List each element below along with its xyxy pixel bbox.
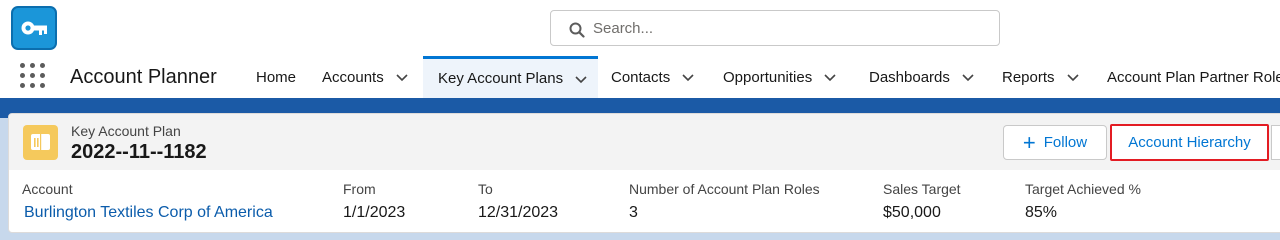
object-label: Key Account Plan: [71, 123, 181, 139]
field-value: 1/1/2023: [343, 204, 406, 221]
field-label: Sales Target: [883, 181, 961, 197]
nav-item-accounts[interactable]: Accounts: [322, 56, 409, 98]
chevron-down-icon[interactable]: [395, 70, 409, 84]
nav-item-label: Dashboards: [869, 68, 950, 86]
record-header: Key Account Plan 2022--11--1182 + Follow…: [9, 114, 1280, 170]
field-label: Target Achieved %: [1025, 181, 1141, 197]
search-icon: [569, 22, 585, 38]
chevron-down-icon[interactable]: [574, 72, 588, 86]
chevron-down-icon[interactable]: [961, 70, 975, 84]
account-hierarchy-button[interactable]: Account Hierarchy: [1110, 124, 1269, 161]
chevron-down-icon[interactable]: [823, 70, 837, 84]
record-icon: [23, 125, 58, 160]
book-icon: [31, 134, 50, 150]
follow-button-label: Follow: [1043, 134, 1088, 151]
nav-item-dashboards[interactable]: Dashboards: [869, 56, 975, 98]
field-number-of-roles: Number of Account Plan Roles 3: [629, 181, 820, 222]
chevron-down-icon[interactable]: [1066, 70, 1080, 84]
nav-item-home[interactable]: Home: [256, 56, 296, 98]
nav-item-reports[interactable]: Reports: [1002, 56, 1080, 98]
field-value: 85%: [1025, 204, 1058, 221]
nav-item-label: Key Account Plans: [438, 70, 564, 87]
global-header: [0, 0, 1280, 56]
nav-item-label: Home: [256, 68, 297, 86]
field-label: Number of Account Plan Roles: [629, 181, 820, 197]
more-actions-button[interactable]: [1271, 125, 1280, 160]
field-label: From: [343, 181, 376, 197]
follow-button[interactable]: + Follow: [1003, 125, 1107, 160]
field-account: Account Burlington Textiles Corp of Amer…: [22, 181, 273, 222]
app-logo[interactable]: [11, 6, 57, 50]
field-sales-target: Sales Target $50,000: [883, 181, 961, 222]
chevron-down-icon[interactable]: [681, 70, 695, 84]
nav-item-label: Contacts: [611, 68, 671, 86]
nav-item-account-plan-partner-roles[interactable]: Account Plan Partner Roles: [1107, 56, 1280, 98]
app-navigation: Account Planner Home Accounts Key Accoun…: [0, 56, 1280, 98]
account-link[interactable]: Burlington Textiles Corp of America: [24, 204, 273, 222]
plus-icon: +: [1022, 129, 1036, 155]
field-to: To 12/31/2023: [478, 181, 558, 222]
nav-item-contacts[interactable]: Contacts: [611, 56, 695, 98]
field-label: Account: [22, 181, 73, 197]
record-highlights-card: Key Account Plan 2022--11--1182 + Follow…: [8, 113, 1280, 233]
nav-item-opportunities[interactable]: Opportunities: [723, 56, 837, 98]
field-target-achieved: Target Achieved % 85%: [1025, 181, 1141, 222]
account-hierarchy-button-label: Account Hierarchy: [1128, 134, 1251, 151]
record-title: 2022--11--1182: [71, 141, 207, 163]
key-icon: [21, 21, 47, 35]
field-value: $50,000: [883, 204, 941, 221]
nav-item-label: Accounts: [322, 68, 384, 86]
field-value: 3: [629, 204, 638, 221]
nav-item-key-account-plans[interactable]: Key Account Plans: [423, 56, 598, 98]
field-value: 12/31/2023: [478, 204, 559, 221]
nav-item-label: Opportunities: [723, 68, 813, 86]
app-name: Account Planner: [70, 66, 217, 88]
field-label: To: [478, 181, 493, 197]
search-input[interactable]: [593, 11, 993, 45]
app-launcher-icon[interactable]: [20, 63, 46, 89]
global-search[interactable]: [550, 10, 1000, 46]
field-from: From 1/1/2023: [343, 181, 405, 222]
nav-item-label: Reports: [1002, 68, 1055, 86]
nav-item-label: Account Plan Partner Roles: [1107, 68, 1280, 86]
